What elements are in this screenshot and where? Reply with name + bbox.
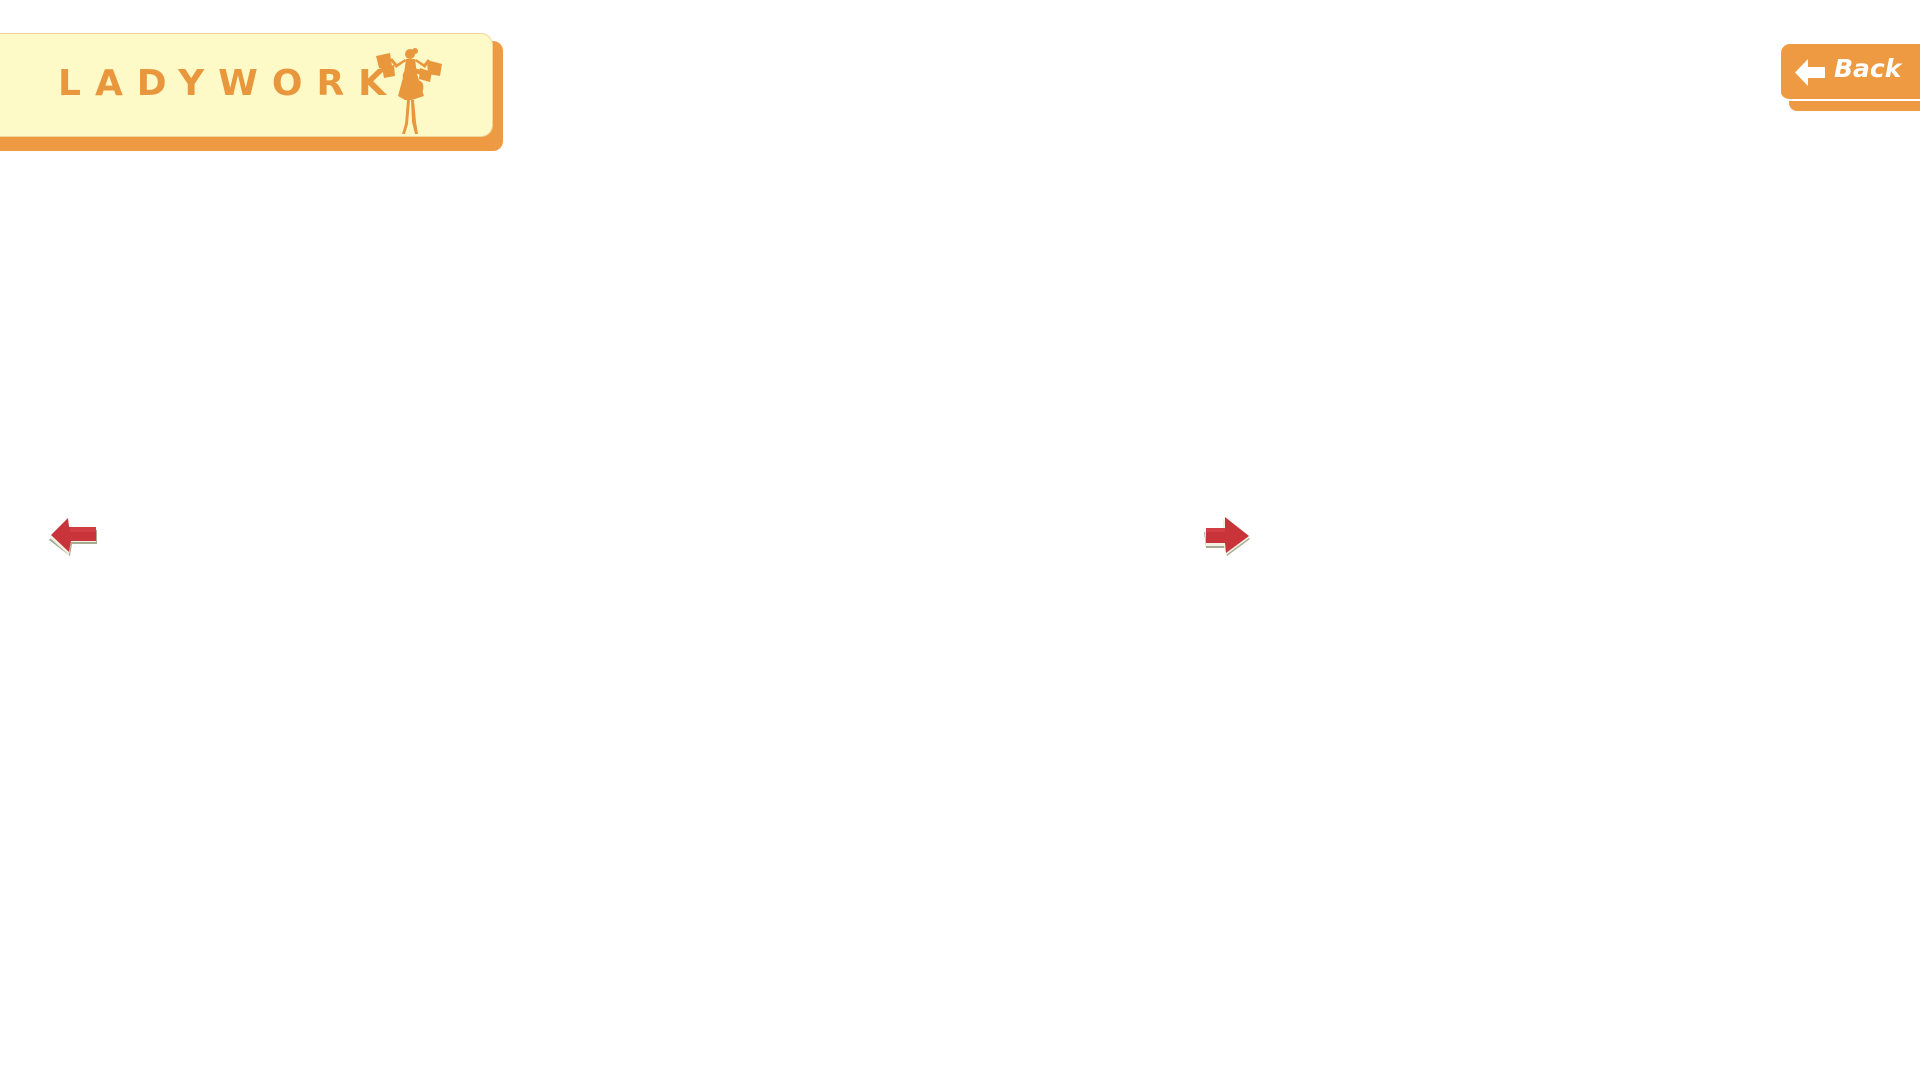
- ladyworks-logo: LADYWORKS: [0, 33, 503, 151]
- left-arrow-icon: [49, 518, 97, 556]
- right-arrow-icon: [1204, 517, 1250, 556]
- previous-page-button[interactable]: [48, 510, 100, 562]
- logo-banner-face: LADYWORKS: [0, 33, 493, 137]
- viewer-stage: LADYWORKS Back: [0, 0, 1920, 1080]
- back-button-label: Back: [1834, 54, 1902, 83]
- lady-silhouette-icon: [376, 48, 442, 134]
- left-arrow-icon: [1795, 59, 1825, 86]
- back-button-face: Back: [1781, 44, 1920, 101]
- next-page-button[interactable]: [1203, 510, 1255, 562]
- back-button[interactable]: Back: [1781, 44, 1920, 111]
